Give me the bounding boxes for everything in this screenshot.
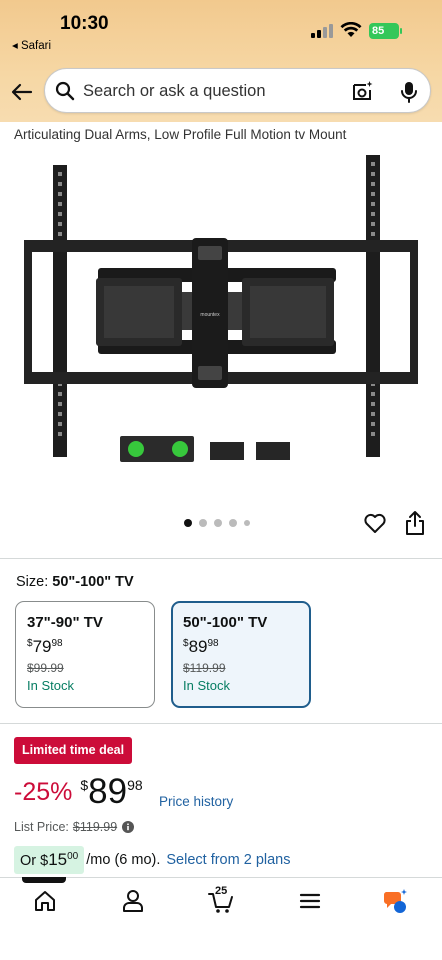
price-history-link[interactable]: Price history <box>159 794 233 809</box>
list-price-label: List Price: <box>14 820 69 834</box>
size-label: Size: 50"-100" TV <box>16 574 134 590</box>
price-whole: 89 <box>188 637 208 656</box>
active-tab-indicator <box>22 877 66 883</box>
size-option-stock: In Stock <box>27 678 74 693</box>
menu-icon[interactable] <box>297 888 323 914</box>
section-divider <box>0 723 442 724</box>
price-whole: 79 <box>32 637 52 656</box>
search-icon <box>55 81 75 101</box>
current-price: $ 89 98 <box>80 774 142 810</box>
list-price: List Price: $119.99 <box>14 820 135 834</box>
search-input[interactable] <box>83 79 343 103</box>
image-gallery-dots[interactable] <box>184 518 250 528</box>
size-option-50-100[interactable]: 50"-100" TV $8998 $119.99 In Stock <box>171 601 311 708</box>
size-option-37-90[interactable]: 37"-90" TV $7998 $99.99 In Stock <box>15 601 155 708</box>
size-option-list-price: $99.99 <box>27 661 64 675</box>
price-fraction: 98 <box>207 638 219 649</box>
cart-count-badge: 25 <box>215 885 228 897</box>
size-option-price: $7998 <box>27 637 143 657</box>
plan-prefix: Or $ <box>20 853 49 869</box>
price-row: -25% $ 89 98 <box>14 774 143 814</box>
gallery-dot[interactable] <box>184 519 192 527</box>
account-icon[interactable] <box>120 888 146 914</box>
size-label-text: Size: <box>16 574 49 590</box>
info-icon[interactable] <box>122 821 135 833</box>
camera-search-icon[interactable] <box>351 80 373 102</box>
select-plans-link[interactable]: Select from 2 plans <box>166 852 290 868</box>
size-selected-value: 50"-100" TV <box>52 574 134 590</box>
price-fraction: 98 <box>127 777 143 793</box>
size-option-list-price: $119.99 <box>183 661 226 675</box>
wifi-icon <box>340 22 362 37</box>
share-icon[interactable] <box>405 510 425 536</box>
currency-symbol: $ <box>80 777 89 793</box>
rufus-assistant-icon[interactable] <box>383 888 409 914</box>
size-option-name: 37"-90" TV <box>27 614 103 631</box>
back-arrow-icon[interactable] <box>10 80 34 104</box>
gallery-dot[interactable] <box>214 519 222 527</box>
gallery-dot[interactable] <box>244 520 250 526</box>
price-whole: 89 <box>88 772 128 811</box>
discount-percent: -25% <box>14 778 73 806</box>
size-option-price: $8998 <box>183 637 299 657</box>
plan-term: /mo (6 mo). <box>86 852 161 868</box>
price-fraction: 98 <box>51 638 63 649</box>
monthly-payment-pill: Or $1500 <box>14 846 85 874</box>
status-time: 10:30 <box>60 13 109 34</box>
limited-deal-badge: Limited time deal <box>14 737 133 764</box>
back-to-safari[interactable]: ◂ Safari <box>12 38 51 52</box>
size-option-stock: In Stock <box>183 678 230 693</box>
product-title[interactable]: Articulating Dual Arms, Low Profile Full… <box>14 127 346 142</box>
home-icon[interactable] <box>32 888 58 914</box>
gallery-dot[interactable] <box>199 519 207 527</box>
list-price-value: $119.99 <box>72 820 118 834</box>
search-bar[interactable] <box>44 68 431 113</box>
payment-plan-row: Or $1500 /mo (6 mo). Select from 2 plans <box>14 846 291 874</box>
section-divider <box>0 558 442 559</box>
plan-fraction: 00 <box>67 851 79 862</box>
brand-logo: mountex <box>200 312 220 318</box>
heart-icon[interactable] <box>363 511 387 535</box>
microphone-icon[interactable] <box>398 80 420 104</box>
product-image[interactable]: mountex <box>20 150 422 520</box>
signal-icon <box>311 24 333 38</box>
size-option-name: 50"-100" TV <box>183 614 268 631</box>
top-header: 10:30 ◂ Safari 85 <box>0 0 442 122</box>
battery-indicator: 85 <box>369 23 402 39</box>
gallery-dot[interactable] <box>229 519 237 527</box>
plan-whole: 15 <box>48 850 68 869</box>
status-bar: 10:30 ◂ Safari 85 <box>0 0 442 58</box>
